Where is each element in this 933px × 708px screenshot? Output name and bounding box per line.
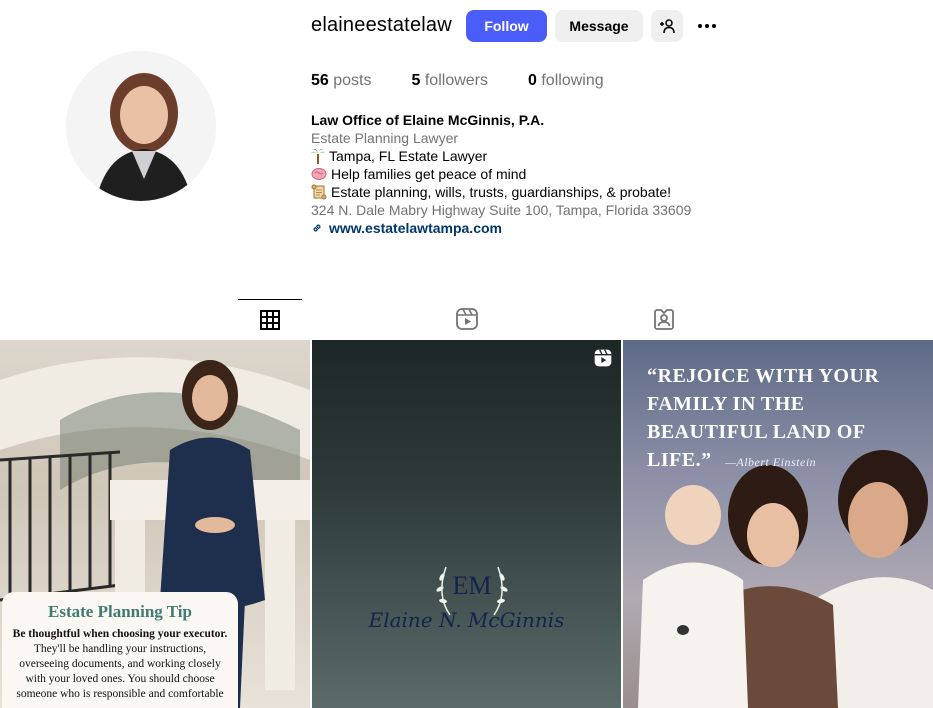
bio-line2: Help families get peace of mind xyxy=(331,166,527,182)
tab-posts[interactable] xyxy=(238,299,302,339)
following-stat[interactable]: 0 following xyxy=(528,72,604,90)
tip-title: Estate Planning Tip xyxy=(48,602,192,621)
followers-label: followers xyxy=(424,72,488,89)
post-tile-estate-tip[interactable]: Estate Planning Tip Be thoughtful when c… xyxy=(0,340,310,708)
quote-author: —Albert Einstein xyxy=(725,455,817,469)
more-icon xyxy=(698,24,716,28)
following-label: following xyxy=(541,72,604,89)
bio-website-link[interactable]: www.estatelawtampa.com xyxy=(311,219,691,237)
following-count: 0 xyxy=(528,72,537,89)
profile-stats: 56 posts 5 followers 0 following xyxy=(311,72,644,90)
profile-avatar[interactable] xyxy=(66,51,216,201)
follow-button[interactable]: Follow xyxy=(466,10,547,42)
bio-line-location: Tampa, FL Estate Lawyer xyxy=(311,147,691,165)
posts-grid: Estate Planning Tip Be thoughtful when c… xyxy=(0,340,933,708)
grid-icon xyxy=(260,309,280,330)
tagged-icon xyxy=(654,309,674,330)
tip-headline: Be thoughtful when choosing your executo… xyxy=(12,628,228,640)
posts-count: 56 xyxy=(311,72,329,89)
tip-card: Estate Planning Tip Be thoughtful when c… xyxy=(2,592,238,708)
posts-label: posts xyxy=(333,72,372,89)
profile-tabs xyxy=(0,299,933,339)
em-script-name: Elaine N. McGinnis xyxy=(368,608,565,632)
palm-tree-icon xyxy=(311,148,325,164)
bio-name: Law Office of Elaine McGinnis, P.A. xyxy=(311,112,545,128)
bio-line3: Estate planning, wills, trusts, guardian… xyxy=(331,184,672,200)
reels-icon xyxy=(456,308,478,330)
bio-website-text[interactable]: www.estatelawtampa.com xyxy=(329,219,502,237)
link-icon xyxy=(313,224,321,232)
more-options-button[interactable] xyxy=(691,10,723,42)
em-monogram-letters: EM xyxy=(452,571,492,600)
message-button[interactable]: Message xyxy=(555,10,643,42)
bio-line1: Tampa, FL Estate Lawyer xyxy=(329,148,488,164)
post-tile-family-quote[interactable]: “REJOICE WITH YOUR FAMILY IN THE BEAUTIF… xyxy=(623,340,933,708)
tab-reels[interactable] xyxy=(435,299,499,339)
bio-line-services: Estate planning, wills, trusts, guardian… xyxy=(311,183,691,201)
tip-body: They'll be handling your instructions, o… xyxy=(16,643,224,700)
add-person-icon xyxy=(660,19,675,34)
post-tile-logo-reel[interactable]: EM Elaine N. McGinnis xyxy=(312,340,621,708)
posts-stat: 56 posts xyxy=(311,72,372,90)
bio-address: 324 N. Dale Mabry Highway Suite 100, Tam… xyxy=(311,202,692,218)
avatar-image xyxy=(66,51,216,201)
profile-bio: Law Office of Elaine McGinnis, P.A. Esta… xyxy=(311,111,691,237)
profile-username: elaineestatelaw xyxy=(311,14,452,36)
reels-badge-icon xyxy=(594,349,612,367)
followers-count: 5 xyxy=(411,72,421,89)
followers-stat[interactable]: 5 followers xyxy=(412,72,489,90)
reel-badge xyxy=(593,348,613,373)
suggested-accounts-button[interactable] xyxy=(651,10,683,42)
scroll-icon xyxy=(311,184,327,200)
quote-text-block: “REJOICE WITH YOUR FAMILY IN THE BEAUTIF… xyxy=(647,362,921,476)
tab-tagged[interactable] xyxy=(632,299,696,339)
bio-line-mission: Help families get peace of mind xyxy=(311,165,691,183)
bio-category: Estate Planning Lawyer xyxy=(311,130,459,146)
brain-icon xyxy=(311,168,327,180)
